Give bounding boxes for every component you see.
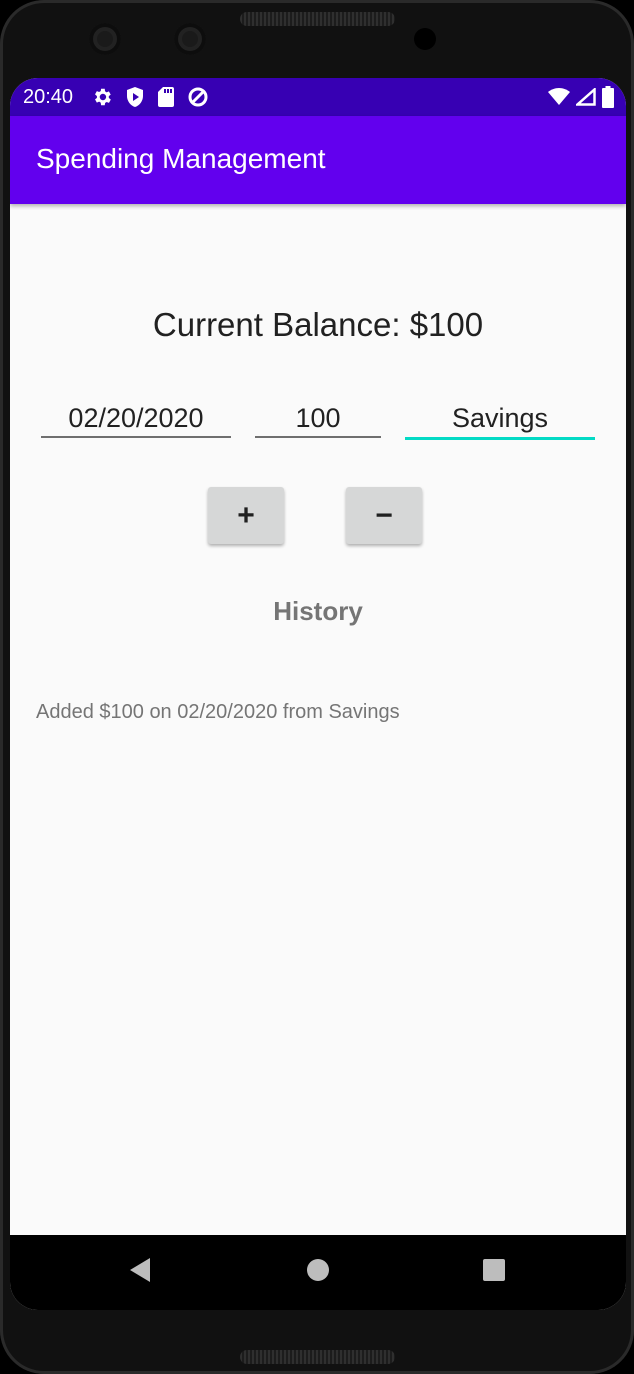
proximity-sensor xyxy=(414,28,436,50)
recents-button[interactable] xyxy=(454,1235,534,1310)
source-input[interactable] xyxy=(405,400,595,440)
phone-frame: 20:40 Spending Management Current Balanc… xyxy=(0,0,634,1374)
add-button[interactable]: + xyxy=(208,487,284,544)
amount-input[interactable] xyxy=(255,400,381,438)
battery-icon xyxy=(602,86,614,108)
history-list: Added $100 on 02/20/2020 from Savings xyxy=(36,701,596,724)
current-balance: Current Balance: $100 xyxy=(152,306,484,343)
back-icon xyxy=(128,1257,152,1288)
subtract-button[interactable]: − xyxy=(346,487,422,544)
home-button[interactable] xyxy=(278,1235,358,1310)
bottom-speaker xyxy=(240,1350,395,1364)
shield-icon xyxy=(125,86,145,108)
status-bar: 20:40 xyxy=(10,78,626,116)
screen: 20:40 Spending Management Current Balanc… xyxy=(10,78,626,1310)
history-item: Added $100 on 02/20/2020 from Savings xyxy=(36,701,400,723)
app-title: Spending Management xyxy=(36,143,326,174)
data-saver-icon xyxy=(187,86,209,108)
status-time: 20:40 xyxy=(23,85,74,108)
history-title: History xyxy=(273,596,363,626)
date-input[interactable] xyxy=(41,400,231,438)
gear-icon xyxy=(91,86,113,108)
wifi-icon xyxy=(548,88,570,106)
back-button[interactable] xyxy=(100,1235,180,1310)
home-icon xyxy=(306,1258,330,1287)
front-camera-secondary xyxy=(174,23,206,55)
earpiece-speaker xyxy=(240,12,395,26)
recents-icon xyxy=(482,1258,506,1287)
app-bar: Spending Management xyxy=(10,116,626,204)
front-camera xyxy=(89,23,121,55)
cell-signal-icon xyxy=(576,88,596,106)
sd-card-icon xyxy=(157,86,175,108)
navigation-bar xyxy=(10,1235,626,1310)
